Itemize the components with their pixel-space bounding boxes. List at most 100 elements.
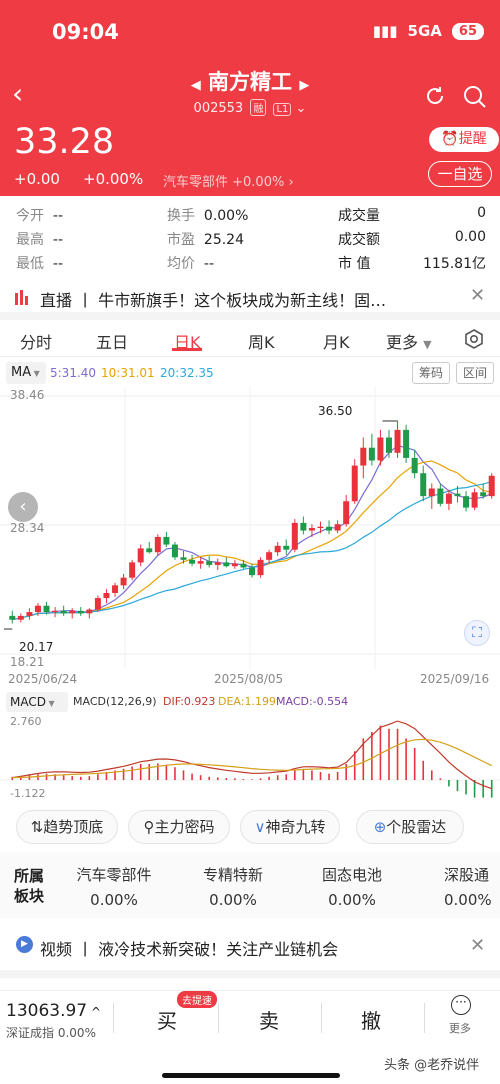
candle — [300, 522, 307, 531]
sector-item[interactable]: 深股通 0.00% — [412, 864, 500, 909]
close-icon[interactable]: ✕ — [470, 285, 485, 306]
settings-icon[interactable] — [463, 328, 485, 350]
chevron-down-icon[interactable]: ⌄ — [296, 101, 307, 116]
ma10-line — [12, 460, 492, 621]
candle — [52, 610, 59, 613]
more-label[interactable]: 更多 — [449, 1020, 471, 1036]
sector-text: 汽车零部件 +0.00% — [163, 175, 285, 190]
ma20-value: 20:32.35 — [160, 366, 214, 380]
signal-icon: ▮▮▮ — [372, 22, 398, 40]
candlestick-chart[interactable] — [0, 386, 500, 670]
candle — [103, 592, 110, 599]
stat-pe: 市盈 25.24 — [167, 232, 244, 248]
ma5-value: 5:31.40 — [50, 366, 97, 380]
max-price-mark: 36.50 — [318, 404, 353, 418]
remind-button[interactable]: ⏰提醒 — [429, 127, 499, 152]
live-banner[interactable]: 直播 丨 牛市新旗手！这个板块成为新主线！固… ✕ — [0, 256, 500, 310]
candle — [34, 605, 41, 613]
bell-icon: ⏰ — [441, 131, 459, 147]
candle — [471, 492, 478, 508]
range-button[interactable]: 区间 — [456, 362, 494, 384]
price-axis-bottom: 18.21 — [10, 655, 45, 669]
tab-weekly[interactable]: 周K — [248, 329, 275, 353]
video-text: 视频 丨 液冷技术新突破！关注产业链机会 — [40, 940, 339, 959]
candle — [197, 561, 204, 564]
stat-high: 最高 -- — [16, 232, 64, 248]
candle — [480, 492, 487, 497]
candle — [334, 524, 341, 531]
candle — [223, 562, 230, 567]
period-tabs: 分时 五日 日K 周K 月K 更多 ▼ — [0, 323, 500, 359]
refresh-icon[interactable] — [423, 84, 447, 108]
sector-item[interactable]: 汽车零部件 0.00% — [55, 864, 173, 909]
next-stock-icon[interactable]: ▶ — [299, 78, 309, 93]
stat-amount-label: 成交额 — [338, 232, 380, 248]
scroll-left-button[interactable]: ‹ — [8, 492, 38, 522]
close-icon[interactable]: ✕ — [470, 935, 485, 956]
sector-item[interactable]: 固态电池 0.00% — [293, 864, 411, 909]
candle — [291, 522, 298, 550]
candle — [231, 563, 238, 567]
tab-more[interactable]: 更多 ▼ — [386, 329, 432, 353]
macd-params: MACD(12,26,9) — [73, 695, 157, 708]
candle — [189, 559, 196, 564]
battery-level: 65 — [451, 22, 484, 40]
candle — [129, 562, 136, 578]
prev-stock-icon[interactable]: ◀ — [191, 78, 201, 93]
price-axis-mid: 28.34 — [10, 521, 45, 535]
candle — [463, 496, 470, 508]
candle — [146, 548, 153, 553]
add-favorite-button[interactable]: 一自选 — [428, 161, 492, 187]
candle — [9, 615, 16, 620]
candle — [206, 561, 213, 565]
current-price: 33.28 — [14, 122, 115, 162]
remind-label: 提醒 — [458, 131, 487, 147]
magic-nine-button[interactable]: ∨神奇九转 — [240, 810, 340, 844]
price-change-pct: +0.00% — [83, 170, 144, 188]
candle — [351, 465, 358, 502]
candle — [308, 527, 315, 531]
candle — [326, 526, 333, 531]
chips-button[interactable]: 筹码 — [412, 362, 450, 384]
candle — [437, 488, 444, 504]
tab-5day[interactable]: 五日 — [96, 329, 128, 353]
sector-link[interactable]: 汽车零部件 +0.00% › — [163, 171, 294, 190]
buy-button[interactable]: 买 — [157, 1005, 177, 1034]
search-icon[interactable] — [462, 84, 488, 110]
candle — [394, 429, 401, 453]
candle — [249, 567, 255, 576]
network-label: 5GA — [407, 22, 442, 40]
play-icon: ▶ — [16, 936, 33, 953]
index-value[interactable]: 13063.97 ^ — [6, 1001, 101, 1021]
candle — [377, 437, 384, 461]
stock-header: 09:04 ▮▮▮ 5GA 65 ‹ ◀ 南方精工 ▶ 002553 融 L1 … — [0, 0, 500, 196]
level-tag: L1 — [273, 103, 292, 116]
macd-chart — [0, 720, 500, 798]
more-icon[interactable]: ··· — [451, 995, 471, 1015]
tab-intraday[interactable]: 分时 — [20, 329, 52, 353]
fullscreen-icon[interactable]: ⛶ — [464, 620, 490, 646]
price-axis-top: 38.46 — [10, 388, 45, 402]
cancel-order-button[interactable]: 撤 — [361, 1005, 381, 1034]
video-banner[interactable]: ▶ 视频 丨 液冷技术新突破！关注产业链机会 ✕ — [0, 926, 500, 966]
caret-down-icon: ▼ — [423, 338, 432, 351]
macd-indicator-select[interactable]: MACD ▼ — [6, 692, 68, 712]
stat-amount: 0.00 — [454, 229, 486, 245]
date-end: 2025/09/16 — [420, 672, 490, 686]
sector-panel-label: 所属 板块 — [14, 867, 45, 905]
ma-indicator-select[interactable]: MA ▼ — [6, 362, 46, 384]
main-force-code-button[interactable]: ⚲主力密码 — [128, 810, 230, 844]
candle — [266, 552, 273, 560]
candle — [240, 563, 247, 568]
home-indicator[interactable] — [162, 1073, 340, 1078]
stock-radar-button[interactable]: ⊕个股雷达 — [356, 810, 464, 844]
candle — [360, 447, 367, 466]
status-icons: ▮▮▮ 5GA 65 — [373, 22, 484, 40]
candle — [214, 562, 221, 565]
trend-top-bottom-button[interactable]: ⇅趋势顶底 — [16, 810, 118, 844]
stock-code: 002553 — [193, 101, 244, 116]
candle — [94, 598, 101, 610]
tab-monthly[interactable]: 月K — [323, 329, 350, 353]
sell-button[interactable]: 卖 — [259, 1005, 279, 1034]
sector-item[interactable]: 专精特新 0.00% — [174, 864, 292, 909]
